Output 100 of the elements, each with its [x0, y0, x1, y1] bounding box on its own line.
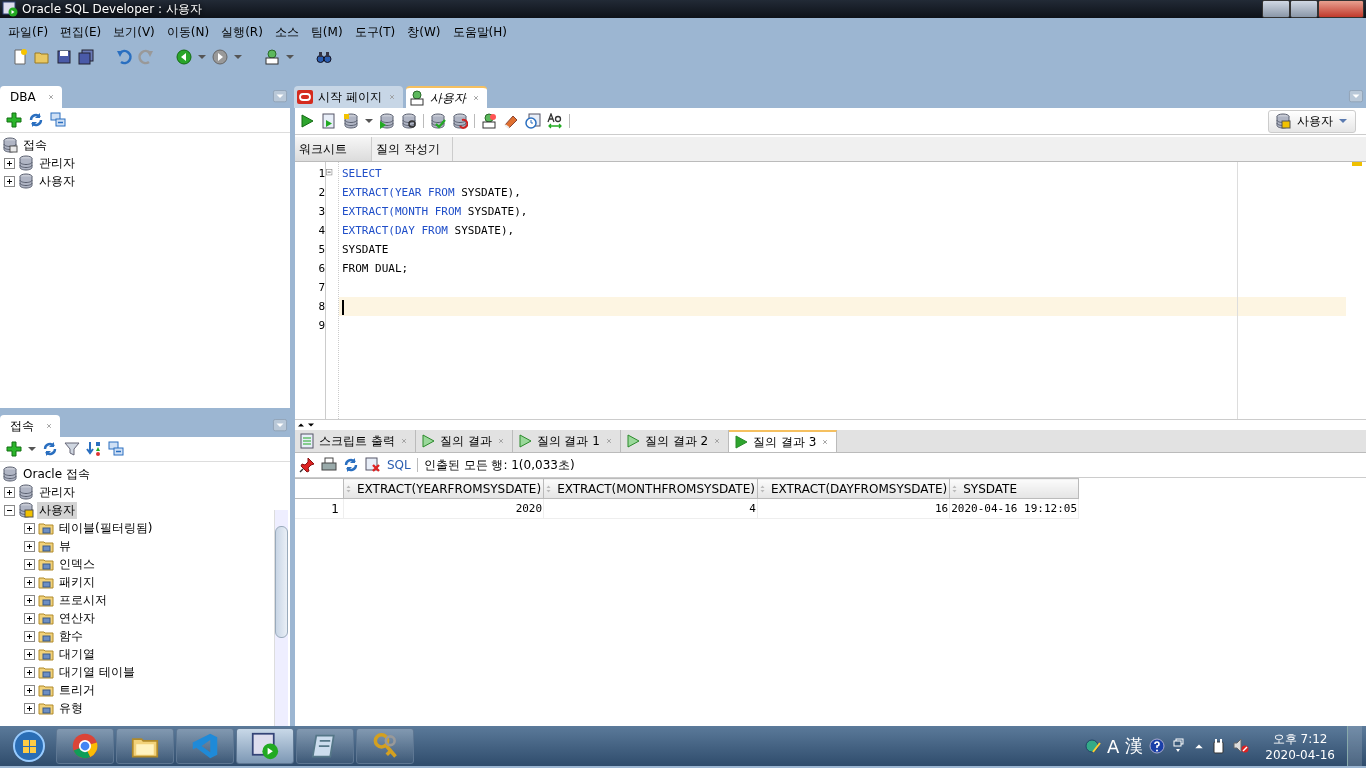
expand-icon[interactable]: [24, 648, 35, 660]
editor-tab[interactable]: 사용자: [405, 86, 487, 108]
tree-item[interactable]: 사용자: [37, 172, 77, 190]
tree-item[interactable]: 연산자: [57, 609, 97, 627]
taskbar-button[interactable]: [296, 728, 354, 764]
back-icon[interactable]: [176, 49, 192, 65]
tree-item[interactable]: 대기열: [57, 645, 97, 663]
cancel-icon[interactable]: [365, 457, 381, 473]
language-bar-icon[interactable]: [1084, 738, 1101, 754]
tree-item[interactable]: 함수: [57, 627, 85, 645]
sql-worksheet-icon[interactable]: [481, 113, 497, 129]
tree-item[interactable]: 사용자: [37, 501, 77, 519]
tree-item[interactable]: Oracle 접속: [21, 465, 92, 483]
tree-item[interactable]: 테이블(필터링됨): [57, 519, 155, 537]
sql-worksheet-icon[interactable]: [264, 49, 280, 65]
expand-icon[interactable]: [24, 702, 35, 714]
run-icon[interactable]: [299, 113, 315, 129]
collapse-all-icon[interactable]: [50, 112, 66, 128]
column-header[interactable]: SYSDATE: [949, 478, 1079, 499]
sql-tuning-icon[interactable]: [401, 113, 417, 129]
rollback-icon[interactable]: [452, 113, 468, 129]
tree-item[interactable]: 패키지: [57, 573, 97, 591]
add-icon[interactable]: [6, 112, 22, 128]
text-case-icon[interactable]: [547, 113, 563, 129]
scrollbar[interactable]: [274, 510, 288, 726]
panel-tab[interactable]: 접속: [0, 415, 60, 437]
clock-date[interactable]: 2020-04-16: [1265, 747, 1335, 762]
taskbar-button[interactable]: [356, 728, 414, 764]
tree-item[interactable]: 접속: [21, 136, 49, 154]
help-icon[interactable]: [1149, 738, 1166, 754]
refresh-icon[interactable]: [42, 441, 58, 457]
hanja-mode[interactable]: 漢: [1125, 734, 1144, 758]
print-icon[interactable]: [321, 457, 337, 473]
close-button[interactable]: [1318, 0, 1364, 18]
refresh-icon[interactable]: [343, 457, 359, 473]
editor-tab[interactable]: 시작 페이지: [294, 86, 403, 108]
tree-item[interactable]: 유형: [57, 699, 85, 717]
autotrace-icon[interactable]: [343, 113, 359, 129]
pin-icon[interactable]: [299, 457, 315, 473]
tree-item[interactable]: 관리자: [37, 154, 77, 172]
input-mode[interactable]: A: [1106, 735, 1120, 757]
menu-item[interactable]: 팀(M): [304, 24, 349, 44]
tree-item[interactable]: 뷰: [57, 537, 73, 555]
explain-plan-icon[interactable]: [379, 113, 395, 129]
expand-icon[interactable]: [24, 558, 35, 570]
result-tab[interactable]: 질의 결과 3: [729, 430, 838, 452]
panel-tab[interactable]: DBA: [0, 86, 62, 108]
commit-icon[interactable]: [430, 113, 446, 129]
collapse-all-icon[interactable]: [108, 441, 124, 457]
save-icon[interactable]: [56, 49, 72, 65]
save-all-icon[interactable]: [78, 49, 94, 65]
column-header[interactable]: EXTRACT(DAYFROMSYSDATE): [757, 478, 950, 499]
expand-icon[interactable]: [24, 630, 35, 642]
menu-item[interactable]: 도움말(H): [446, 24, 513, 44]
fold-icon[interactable]: [326, 168, 336, 179]
expand-icon[interactable]: [24, 540, 35, 552]
tree-item[interactable]: 프로시저: [57, 591, 109, 609]
sub-tab[interactable]: 질의 작성기: [372, 137, 453, 161]
expand-icon[interactable]: [4, 486, 15, 498]
code-editor[interactable]: 1 2 3 4 5 6 7 8 9 SELECT EXTRACT(YEAR FROM SYSDATE), EXTRACT(MONTH FROM SYSDATE), EXTRACT(DAY FROM SYSDATE), SYSDATE FROM DUAL;: [295, 162, 1366, 420]
menu-item[interactable]: 보기(V): [107, 24, 161, 44]
column-header[interactable]: EXTRACT(YEARFROMSYSDATE): [343, 478, 544, 499]
expand-icon[interactable]: [24, 684, 35, 696]
expand-icon[interactable]: [24, 594, 35, 606]
history-icon[interactable]: [525, 113, 541, 129]
expand-icon[interactable]: [24, 612, 35, 624]
menu-item[interactable]: 이동(N): [160, 24, 216, 44]
menu-item[interactable]: 편집(E): [54, 24, 108, 44]
eraser-icon[interactable]: [503, 113, 519, 129]
sql-link[interactable]: SQL: [387, 458, 411, 472]
clock-time[interactable]: 오후 7:12: [1272, 730, 1328, 748]
refresh-icon[interactable]: [28, 112, 44, 128]
tree-item[interactable]: 관리자: [37, 483, 77, 501]
menu-item[interactable]: 창(W): [401, 24, 447, 44]
new-file-icon[interactable]: [12, 49, 28, 65]
expand-icon[interactable]: [24, 522, 35, 534]
taskbar-button[interactable]: [56, 728, 114, 764]
menu-item[interactable]: 소스: [268, 24, 305, 44]
menu-item[interactable]: 파일(F): [2, 24, 55, 44]
menu-item[interactable]: 실행(R): [215, 24, 269, 44]
filter-icon[interactable]: [64, 441, 80, 457]
menu-item[interactable]: 도구(T): [348, 24, 402, 44]
expand-icon[interactable]: [24, 576, 35, 588]
maximize-button[interactable]: [1290, 0, 1318, 18]
column-header[interactable]: EXTRACT(MONTHFROMSYSDATE): [543, 478, 758, 499]
connection-dropdown[interactable]: 사용자: [1268, 109, 1356, 133]
speaker-muted-icon[interactable]: [1233, 738, 1250, 754]
run-script-icon[interactable]: [321, 113, 337, 129]
collapse-icon[interactable]: [4, 504, 15, 516]
forward-icon[interactable]: [212, 49, 228, 65]
add-icon[interactable]: [6, 441, 22, 457]
expand-icon[interactable]: [4, 175, 15, 187]
expand-icon[interactable]: [4, 157, 15, 169]
taskbar-button[interactable]: [236, 728, 294, 764]
binoculars-icon[interactable]: [316, 49, 332, 65]
minimize-button[interactable]: [1262, 0, 1290, 18]
tree-item[interactable]: 대기열 테이블: [57, 663, 137, 681]
tree-item[interactable]: 인덱스: [57, 555, 97, 573]
expand-icon[interactable]: [24, 666, 35, 678]
sub-tab[interactable]: 워크시트: [295, 137, 372, 161]
